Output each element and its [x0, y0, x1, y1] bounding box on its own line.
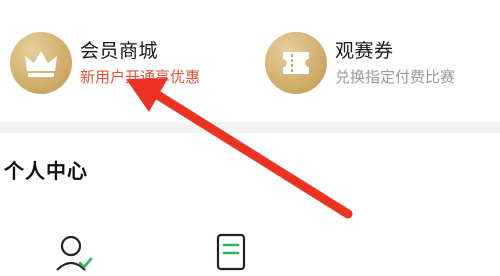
ticket-card[interactable]: 观赛券 兑换指定付费比赛: [265, 22, 500, 102]
section-divider: [0, 122, 500, 133]
member-mall-card[interactable]: 会员商城 新用户开通享优惠: [10, 22, 250, 102]
document-icon[interactable]: [212, 232, 252, 276]
member-mall-subtitle: 新用户开通享优惠: [80, 68, 201, 86]
crown-icon: [10, 32, 72, 94]
top-cards: 会员商城 新用户开通享优惠 观赛券 兑换指定付费比赛: [0, 0, 500, 122]
ticket-title: 观赛券: [335, 40, 394, 62]
member-mall-title: 会员商城: [80, 40, 159, 62]
ticket-subtitle: 兑换指定付费比赛: [335, 68, 456, 86]
personal-center-title: 个人中心: [4, 159, 88, 183]
profile-check-icon[interactable]: [52, 232, 96, 276]
ticket-icon: [265, 32, 327, 94]
